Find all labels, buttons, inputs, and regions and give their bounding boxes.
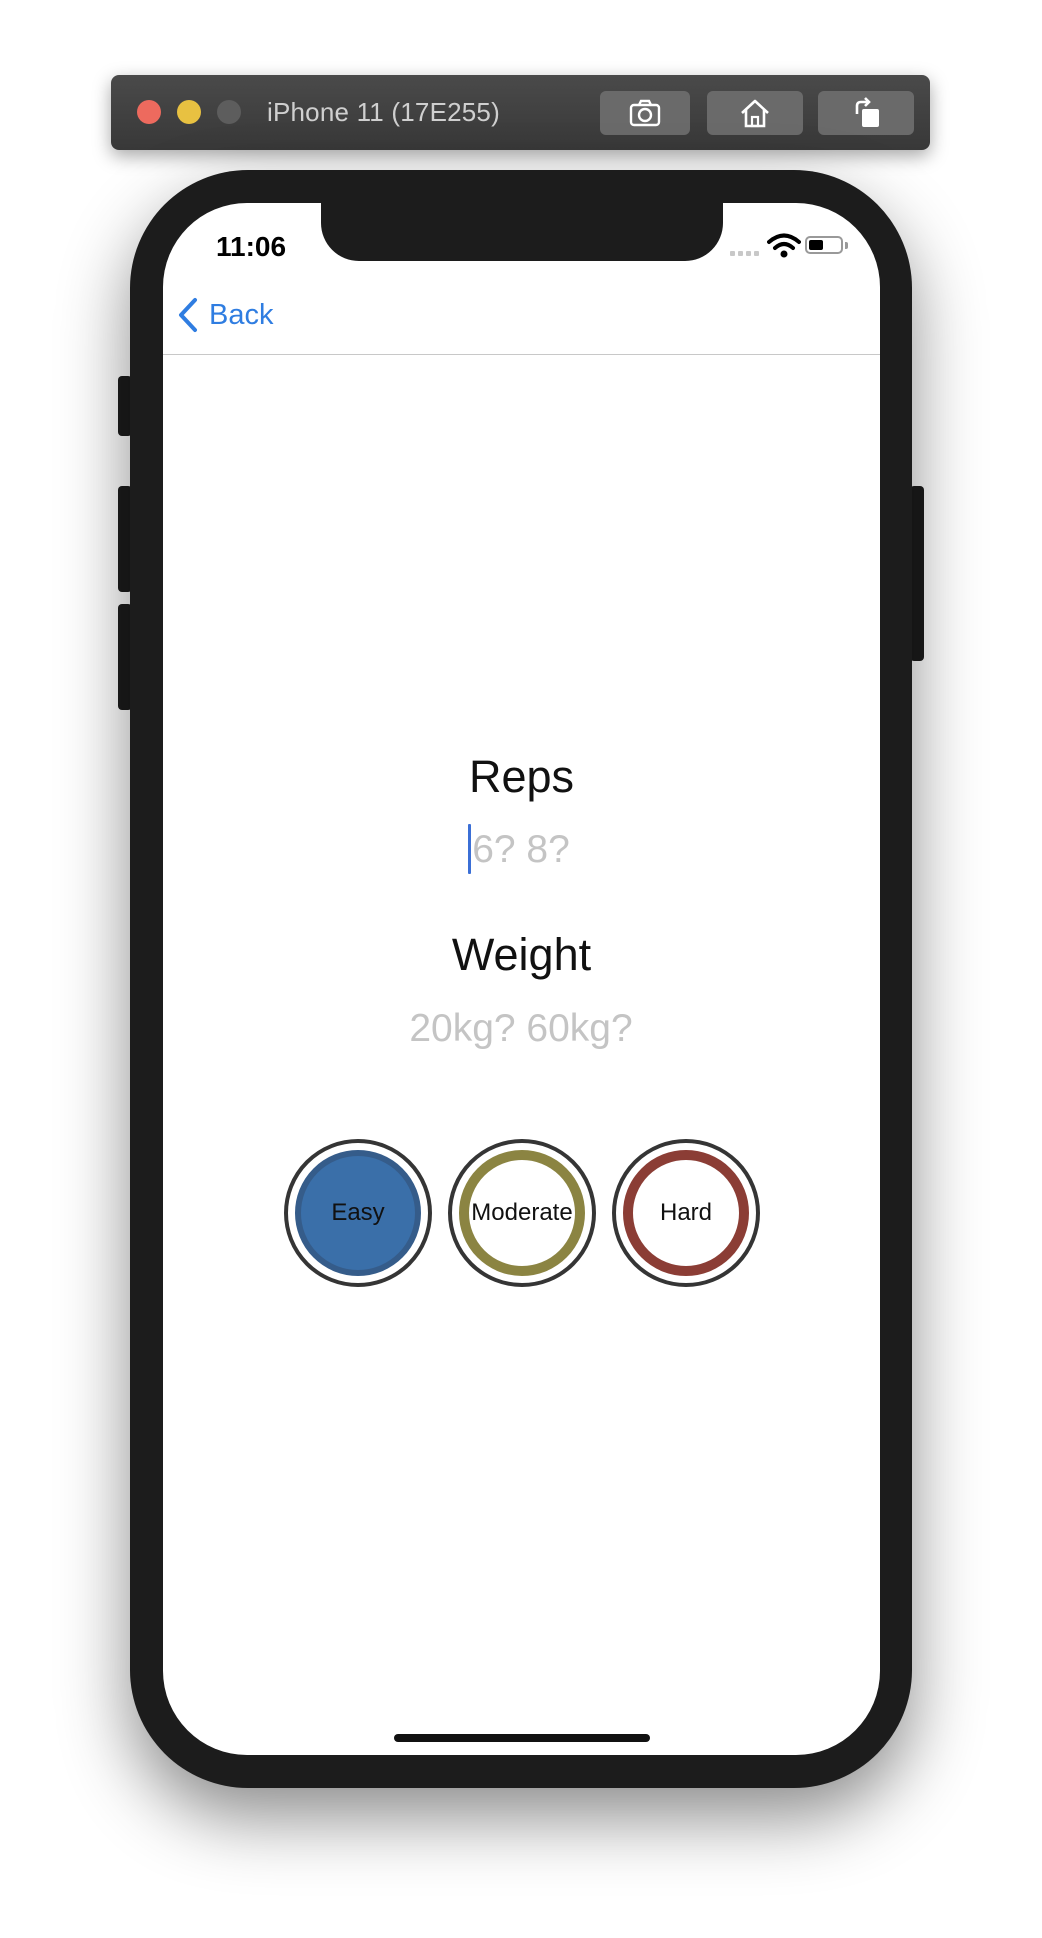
hard-button[interactable]: Hard xyxy=(612,1139,760,1287)
simulator-title-bar: iPhone 11 (17E255) xyxy=(111,75,930,150)
cellular-signal-icon xyxy=(730,251,759,256)
rotate-button[interactable] xyxy=(818,91,914,135)
side-power-button xyxy=(910,486,924,661)
simulator-window: iPhone 11 (17E255) 11:06 Back Reps 6? 8?… xyxy=(0,0,1042,1938)
moderate-label: Moderate xyxy=(471,1199,573,1226)
simulator-title: iPhone 11 (17E255) xyxy=(267,97,500,127)
minimize-window-button[interactable] xyxy=(177,100,201,124)
battery-icon xyxy=(805,236,843,254)
device-screen: 11:06 Back Reps Weight Easy xyxy=(163,203,880,1755)
camera-icon xyxy=(629,99,661,127)
wifi-icon xyxy=(767,233,801,258)
status-time: 11:06 xyxy=(216,231,287,262)
notch xyxy=(321,203,723,261)
navigation-bar-divider xyxy=(163,354,880,355)
hard-label: Hard xyxy=(659,1199,713,1226)
screenshot-button[interactable] xyxy=(600,91,690,135)
back-label: Back xyxy=(209,298,274,331)
battery-tip xyxy=(845,242,848,249)
home-indicator xyxy=(394,1734,650,1742)
rotate-icon xyxy=(855,97,879,127)
easy-label: Easy xyxy=(331,1199,385,1226)
weight-label: Weight xyxy=(451,929,592,980)
back-button[interactable]: Back xyxy=(177,295,273,335)
home-icon xyxy=(741,99,769,128)
reps-label: Reps xyxy=(468,751,575,802)
easy-button[interactable]: Easy xyxy=(284,1139,432,1287)
text-cursor xyxy=(468,824,471,874)
weight-input[interactable] xyxy=(321,1001,721,1057)
chevron-left-icon xyxy=(179,298,197,332)
home-button[interactable] xyxy=(707,91,803,135)
close-window-button[interactable] xyxy=(137,100,161,124)
hard-button-ring: Hard xyxy=(623,1150,749,1276)
reps-input[interactable] xyxy=(321,822,721,878)
easy-button-fill: Easy xyxy=(295,1150,421,1276)
moderate-button[interactable]: Moderate xyxy=(448,1139,596,1287)
zoom-window-button[interactable] xyxy=(217,100,241,124)
moderate-button-ring: Moderate xyxy=(459,1150,585,1276)
